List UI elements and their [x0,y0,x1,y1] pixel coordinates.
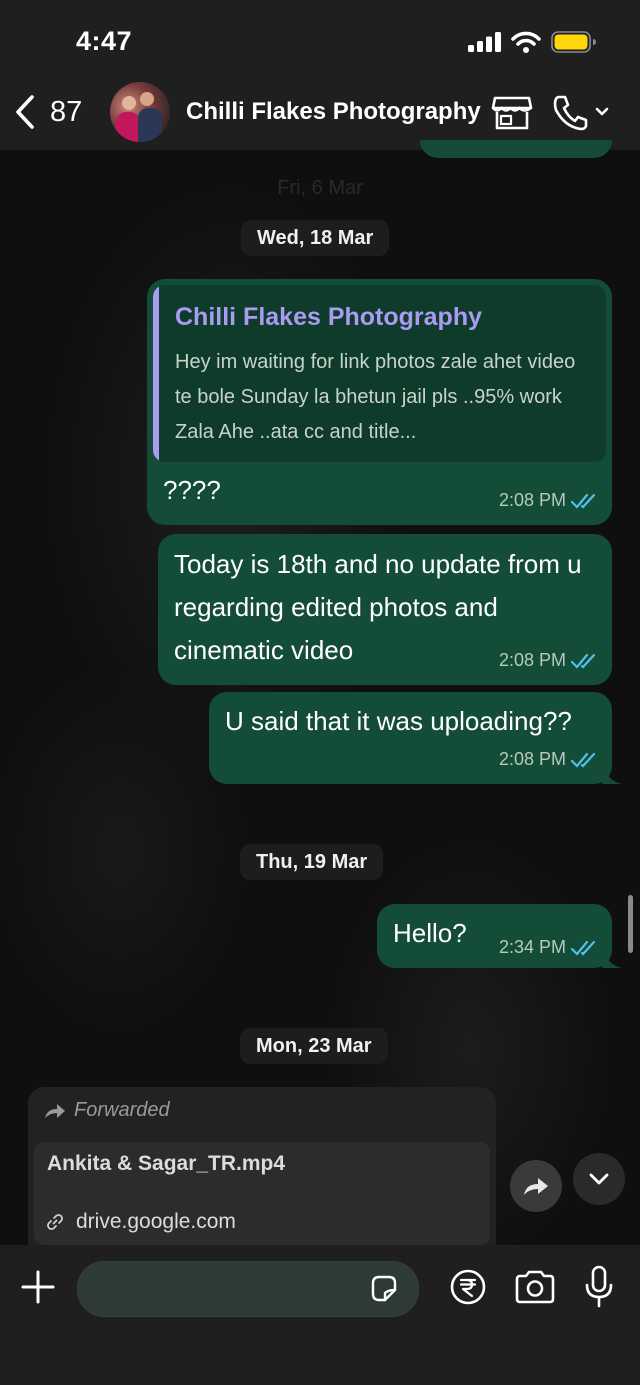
message-text: ???? [163,475,221,505]
cellular-signal-icon [468,32,501,52]
date-separator: Thu, 19 Mar [240,844,384,880]
chevron-down-icon [589,1173,609,1185]
attach-plus-icon[interactable] [20,1269,56,1305]
back-chevron-icon[interactable] [12,94,38,130]
read-receipt-icon [570,653,596,669]
link-domain-row: drive.google.com [46,1210,236,1234]
link-preview-card[interactable]: Ankita & Sagar_TR.mp4 drive.google.com [34,1142,490,1245]
outgoing-message-bubble[interactable]: Chilli Flakes Photography Hey im waiting… [147,279,612,525]
message-input[interactable] [98,1262,372,1318]
date-separator: Wed, 18 Mar [241,220,390,256]
message-meta: 2:08 PM [499,490,598,511]
forwarded-label-row: Forwarded [44,1099,170,1122]
message-composer [0,1245,640,1385]
chat-header: 4:47 87 Chilli Flakes Photography [0,0,640,150]
payment-rupee-icon[interactable] [449,1268,487,1306]
date-separator: Mon, 23 Mar [240,1028,388,1064]
outgoing-message-bubble[interactable]: Hello? 2:34 PM [377,904,622,968]
contact-name[interactable]: Chilli Flakes Photography [186,98,481,126]
outgoing-message-bubble[interactable]: Today is 18th and no update from u regar… [158,534,612,685]
link-domain: drive.google.com [76,1210,236,1233]
battery-icon [551,31,596,53]
read-receipt-icon [570,940,596,956]
wifi-icon [511,31,541,53]
incoming-message-bubble[interactable]: Forwarded Ankita & Sagar_TR.mp4 drive.go… [28,1087,496,1245]
message-text: Hello? [393,918,467,948]
message-meta: 2:08 PM [499,749,598,770]
quoted-message-text: Hey im waiting for link photos zale ahet… [175,351,576,443]
previous-message-bubble [420,140,612,158]
microphone-icon[interactable] [584,1265,614,1309]
bubble-tail [602,764,622,784]
quoted-message[interactable]: Chilli Flakes Photography Hey im waiting… [153,285,606,462]
quote-accent-bar [153,285,159,462]
scroll-to-bottom-button[interactable] [573,1153,625,1205]
camera-icon[interactable] [514,1270,556,1304]
read-receipt-icon [570,493,596,509]
forward-icon [524,1178,548,1195]
scrollbar[interactable] [628,895,633,953]
link-title: Ankita & Sagar_TR.mp4 [47,1152,286,1175]
message-time: 2:34 PM [498,937,566,957]
sticker-icon[interactable] [368,1273,400,1305]
message-time: 2:08 PM [498,749,566,769]
forward-button[interactable] [510,1160,562,1212]
forwarded-label: Forwarded [74,1099,170,1121]
read-receipt-icon [570,752,596,768]
voice-call-icon[interactable] [551,94,611,132]
link-icon [47,1214,63,1230]
status-time: 4:47 [76,26,133,56]
message-time: 2:08 PM [498,650,566,670]
forward-arrow-icon [45,1103,65,1118]
message-meta: 2:34 PM [499,937,598,958]
contact-avatar[interactable] [110,82,170,142]
bubble-tail [602,948,622,968]
outgoing-message-bubble[interactable]: U said that it was uploading?? 2:08 PM [209,692,622,784]
message-time: 2:08 PM [498,490,566,510]
quoted-sender-name: Chilli Flakes Photography [175,303,482,331]
message-meta: 2:08 PM [499,650,598,671]
unread-count[interactable]: 87 [50,96,82,129]
message-text: U said that it was uploading?? [225,706,572,736]
storefront-icon[interactable] [491,95,533,131]
faded-date-label: Fri, 6 Mar [277,177,363,199]
message-input-container[interactable] [77,1261,419,1318]
